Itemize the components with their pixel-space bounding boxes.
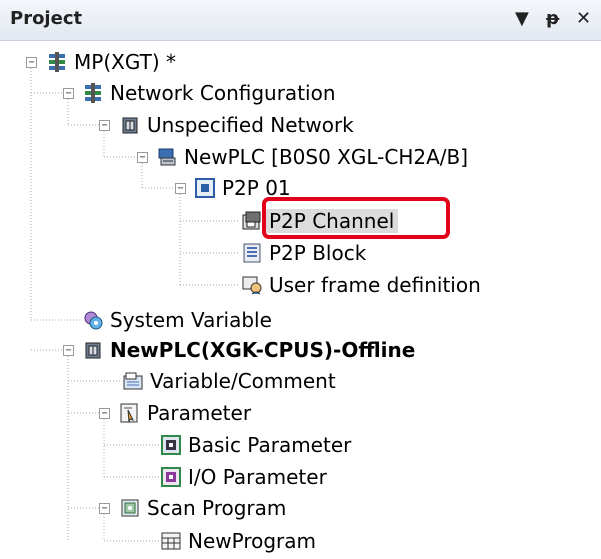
tree-item-label: MP(XGT) * — [74, 50, 176, 74]
collapse-toggle-unspecified-network[interactable]: − — [99, 120, 110, 131]
collapse-toggle-scan-program[interactable]: − — [99, 503, 110, 514]
tree-item-label: System Variable — [110, 308, 272, 332]
tree-item-label: Network Configuration — [110, 81, 336, 105]
collapse-toggle-parameter[interactable]: − — [99, 408, 110, 419]
basic-parameter-icon — [160, 434, 182, 456]
communication-module-icon — [156, 146, 178, 168]
collapse-toggle-plc-offline[interactable]: − — [63, 345, 74, 356]
tree-item-newplc-module[interactable]: NewPLC [B0S0 XGL-CH2A/B] — [156, 142, 472, 172]
tree-item-variable-comment[interactable]: Variable/Comment — [122, 366, 340, 396]
tree-item-label: Parameter — [147, 401, 252, 425]
collapse-toggle-newplc-module[interactable]: − — [137, 152, 148, 163]
p2p-icon — [194, 177, 216, 199]
tree-item-root[interactable]: MP(XGT) * — [46, 47, 180, 77]
tree-item-label: User frame definition — [269, 273, 481, 297]
collapse-toggle-root[interactable]: − — [26, 57, 37, 68]
tree-item-label: Basic Parameter — [188, 433, 352, 457]
tree-item-label: NewProgram — [188, 529, 317, 553]
tree-item-p2p-block[interactable]: P2P Block — [241, 238, 370, 268]
tree-item-new-program[interactable]: NewProgram — [160, 526, 320, 556]
tree-item-label: NewPLC [B0S0 XGL-CH2A/B] — [184, 145, 469, 169]
variable-comment-icon — [122, 370, 144, 392]
network-configuration-icon — [82, 82, 104, 104]
tree-item-network-configuration[interactable]: Network Configuration — [82, 78, 340, 108]
program-icon — [160, 530, 182, 552]
tree-item-io-parameter[interactable]: I/O Parameter — [160, 462, 331, 492]
tree-item-label: P2P Block — [269, 241, 367, 265]
scan-program-icon — [119, 497, 141, 519]
network-module-icon — [119, 114, 141, 136]
project-icon — [46, 51, 68, 73]
collapse-toggle-p2p-01[interactable]: − — [175, 183, 186, 194]
io-parameter-icon — [160, 466, 182, 488]
tree-item-system-variable[interactable]: System Variable — [82, 305, 276, 335]
user-frame-icon — [241, 274, 263, 296]
tree-item-label: Unspecified Network — [147, 113, 354, 137]
tree-item-user-frame-definition[interactable]: User frame definition — [241, 270, 485, 300]
p2p-channel-icon — [241, 210, 263, 232]
tree-item-plc-offline[interactable]: NewPLC(XGK-CPUS)-Offline — [82, 335, 419, 365]
tree-item-parameter[interactable]: Parameter — [119, 398, 255, 428]
tree-item-label: Variable/Comment — [150, 369, 336, 393]
tree-item-scan-program[interactable]: Scan Program — [119, 493, 290, 523]
collapse-toggle-network-configuration[interactable]: − — [63, 88, 74, 99]
tree-item-label: NewPLC(XGK-CPUS)-Offline — [110, 338, 416, 362]
p2p-block-icon — [241, 242, 263, 264]
parameter-icon — [119, 402, 141, 424]
plc-cpu-icon — [82, 339, 104, 361]
system-variable-icon — [82, 309, 104, 331]
tree-item-label: Scan Program — [147, 496, 287, 520]
tree-item-unspecified-network[interactable]: Unspecified Network — [119, 110, 358, 140]
red-highlight-annotation — [262, 197, 450, 239]
tree-item-basic-parameter[interactable]: Basic Parameter — [160, 430, 355, 460]
tree-item-label: I/O Parameter — [188, 465, 327, 489]
